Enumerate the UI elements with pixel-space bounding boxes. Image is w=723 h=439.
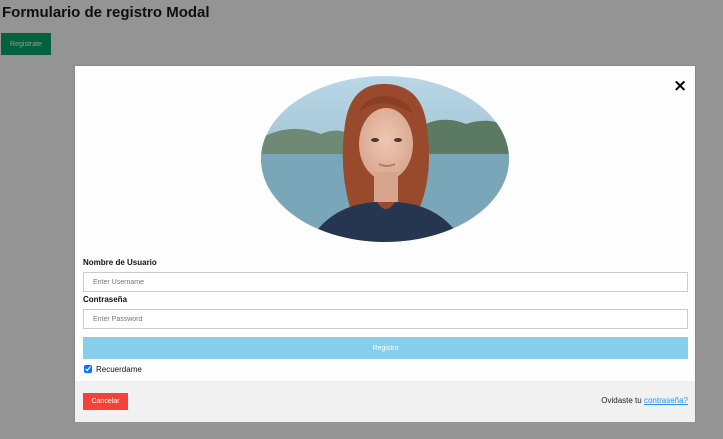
modal-footer: Cancelar Ovidaste tu contraseña?: [75, 381, 695, 422]
username-input[interactable]: [83, 272, 688, 292]
register-modal: × Nombre de Usuario Enter Username Contr…: [74, 65, 696, 422]
avatar-image: [261, 76, 509, 242]
password-label: Contraseña: [83, 295, 128, 304]
forgot-password-text: Ovidaste tu contraseña?: [601, 396, 688, 405]
forgot-password-link[interactable]: contraseña?: [644, 396, 688, 405]
remember-row: Recuerdame: [84, 363, 142, 375]
username-label: Nombre de Usuario: [83, 258, 157, 267]
close-icon[interactable]: ×: [673, 78, 687, 95]
forgot-prefix: Ovidaste tu: [601, 396, 642, 405]
modal-overlay[interactable]: × Nombre de Usuario Enter Username Contr…: [0, 0, 723, 439]
password-input[interactable]: [83, 309, 688, 329]
register-submit-button[interactable]: Registro: [83, 337, 688, 359]
remember-label: Recuerdame: [96, 364, 142, 374]
remember-checkbox[interactable]: [84, 365, 92, 373]
avatar: [261, 76, 509, 242]
cancel-button[interactable]: Cancelar: [83, 393, 128, 410]
